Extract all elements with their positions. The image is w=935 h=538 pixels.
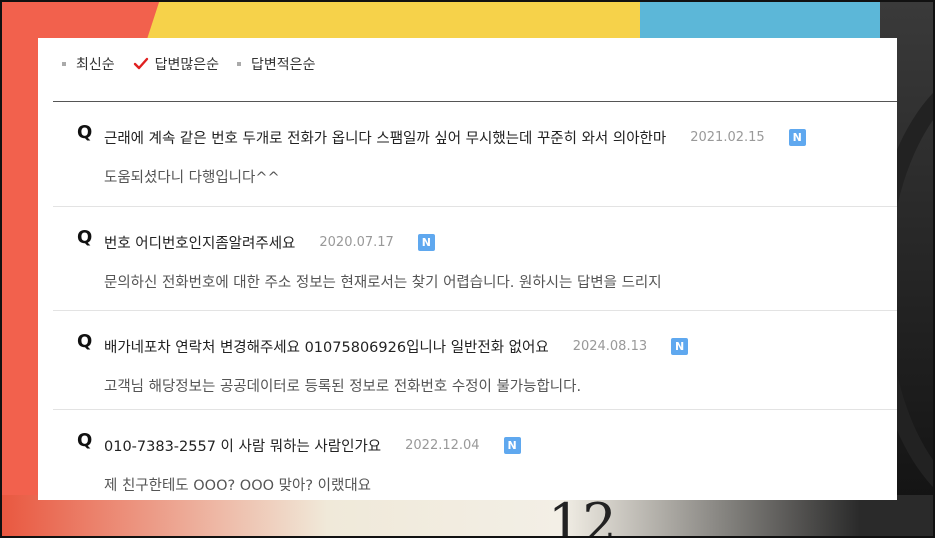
question-mark: Q [77, 430, 93, 451]
question-list: Q 근래에 계속 같은 번호 두개로 전화가 옵니다 스팸일까 싶어 무시했는데… [53, 102, 897, 500]
list-item[interactable]: Q 배가네포차 연락처 변경해주세요 01075806926입니나 일반전화 없… [53, 311, 897, 410]
question-mark: Q [77, 122, 93, 143]
sort-most-answers-label: 답변많은순 [154, 57, 220, 73]
answer-preview[interactable]: 제 친구한테도 OOO? OOO 맞아? 이랬대요 [104, 474, 371, 495]
question-line: 번호 어디번호인지좀알려주세요 2020.07.17 N [104, 232, 435, 253]
sort-fewest-answers-label: 답변적은순 [251, 57, 316, 73]
bg-clock-face [0, 495, 935, 538]
answer-preview[interactable]: 도움되셨다니 다행입니다^^ [104, 166, 280, 187]
bullet-icon [237, 62, 242, 66]
sort-fewest-answers[interactable]: 답변적은순 [237, 54, 315, 74]
sort-most-answers[interactable]: 답변많은순 [133, 54, 219, 74]
sort-latest[interactable]: 최신순 [62, 54, 115, 74]
sort-bar: 최신순 답변많은순 답변적은순 [62, 54, 333, 74]
question-mark: Q [77, 331, 93, 352]
list-item[interactable]: Q 번호 어디번호인지좀알려주세요 2020.07.17 N 문의하신 전화번호… [53, 207, 897, 311]
question-line: 배가네포차 연락처 변경해주세요 01075806926입니나 일반전화 없어요… [104, 336, 689, 357]
new-badge: N [788, 129, 806, 146]
question-line: 010-7383-2557 이 사람 뭐하는 사람인가요 2022.12.04 … [104, 435, 521, 456]
bullet-icon [62, 62, 66, 66]
question-date: 2022.12.04 [405, 438, 480, 453]
question-mark: Q [77, 227, 93, 248]
question-title[interactable]: 번호 어디번호인지좀알려주세요 [104, 232, 295, 253]
answer-preview[interactable]: 고객님 해당정보는 공공데이터로 등록된 정보로 전화번호 수정이 불가능합니다… [104, 375, 581, 396]
checkmark-icon [133, 57, 148, 70]
list-item[interactable]: Q 010-7383-2557 이 사람 뭐하는 사람인가요 2022.12.0… [53, 410, 897, 500]
question-date: 2024.08.13 [572, 339, 648, 354]
list-item[interactable]: Q 근래에 계속 같은 번호 두개로 전화가 옵니다 스팸일까 싶어 무시했는데… [53, 102, 897, 207]
qa-panel: 최신순 답변많은순 답변적은순 Q 근래에 계속 같은 번호 두개로 전화가 옵… [38, 38, 897, 500]
question-date: 2021.02.15 [690, 130, 765, 145]
new-badge: N [417, 234, 435, 251]
question-title[interactable]: 근래에 계속 같은 번호 두개로 전화가 옵니다 스팸일까 싶어 무시했는데 꾸… [104, 127, 666, 148]
answer-preview[interactable]: 문의하신 전화번호에 대한 주소 정보는 현재로서는 찾기 어렵습니다. 원하시… [104, 271, 662, 292]
question-title[interactable]: 배가네포차 연락처 변경해주세요 01075806926입니나 일반전화 없어요 [104, 336, 549, 357]
sort-latest-label: 최신순 [76, 57, 115, 73]
new-badge: N [671, 338, 689, 355]
new-badge: N [503, 437, 521, 454]
question-line: 근래에 계속 같은 번호 두개로 전화가 옵니다 스팸일까 싶어 무시했는데 꾸… [104, 127, 806, 148]
question-title[interactable]: 010-7383-2557 이 사람 뭐하는 사람인가요 [104, 435, 381, 456]
question-date: 2020.07.17 [319, 235, 394, 250]
